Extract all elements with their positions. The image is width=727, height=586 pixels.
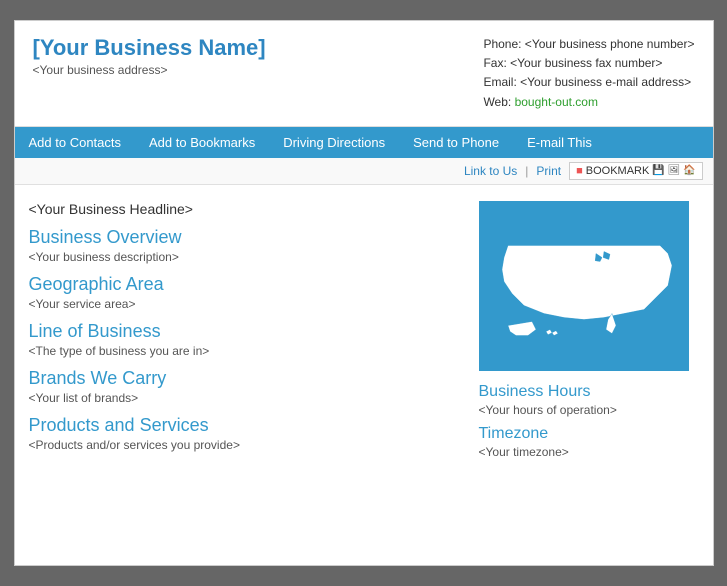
nav-send-to-phone[interactable]: Send to Phone bbox=[399, 127, 513, 158]
overview-heading: Business Overview bbox=[29, 227, 459, 248]
right-column: Business Hours <Your hours of operation>… bbox=[479, 201, 699, 549]
web-info: Web: bought-out.com bbox=[483, 93, 694, 112]
geo-text: <Your service area> bbox=[29, 297, 459, 311]
brands-text: <Your list of brands> bbox=[29, 391, 459, 405]
left-column: <Your Business Headline> Business Overvi… bbox=[29, 201, 479, 549]
bookmark-icons: 💾 🖼 🏠 bbox=[652, 165, 695, 176]
header-left: [Your Business Name] <Your business addr… bbox=[33, 35, 266, 77]
header: [Your Business Name] <Your business addr… bbox=[15, 21, 713, 127]
products-heading: Products and Services bbox=[29, 415, 459, 436]
lob-text: <The type of business you are in> bbox=[29, 344, 459, 358]
timezone-text: <Your timezone> bbox=[479, 445, 699, 459]
utility-separator: | bbox=[525, 164, 528, 178]
brands-heading: Brands We Carry bbox=[29, 368, 459, 389]
business-headline: <Your Business Headline> bbox=[29, 201, 459, 217]
nav-driving-directions[interactable]: Driving Directions bbox=[269, 127, 399, 158]
us-map bbox=[479, 201, 689, 371]
web-link[interactable]: bought-out.com bbox=[515, 95, 598, 109]
bookmark-label: BOOKMARK bbox=[586, 165, 650, 177]
nav-add-bookmarks[interactable]: Add to Bookmarks bbox=[135, 127, 269, 158]
lob-heading: Line of Business bbox=[29, 321, 459, 342]
fax-info: Fax: <Your business fax number> bbox=[483, 54, 694, 73]
hours-text: <Your hours of operation> bbox=[479, 403, 699, 417]
nav-add-contacts[interactable]: Add to Contacts bbox=[15, 127, 136, 158]
link-to-us[interactable]: Link to Us bbox=[464, 164, 517, 178]
products-text: <Products and/or services you provide> bbox=[29, 438, 459, 452]
bookmark-icon: ■ bbox=[576, 165, 583, 177]
bookmark-button[interactable]: ■ BOOKMARK 💾 🖼 🏠 bbox=[569, 162, 702, 180]
page-container: [Your Business Name] <Your business addr… bbox=[14, 20, 714, 566]
business-address: <Your business address> bbox=[33, 63, 266, 77]
phone-info: Phone: <Your business phone number> bbox=[483, 35, 694, 54]
overview-text: <Your business description> bbox=[29, 250, 459, 264]
hours-heading: Business Hours bbox=[479, 383, 699, 401]
timezone-heading: Timezone bbox=[479, 425, 699, 443]
email-info: Email: <Your business e-mail address> bbox=[483, 73, 694, 92]
header-right: Phone: <Your business phone number> Fax:… bbox=[483, 35, 694, 112]
geo-heading: Geographic Area bbox=[29, 274, 459, 295]
utility-bar: Link to Us | Print ■ BOOKMARK 💾 🖼 🏠 bbox=[15, 158, 713, 185]
print-link[interactable]: Print bbox=[536, 164, 561, 178]
business-name: [Your Business Name] bbox=[33, 35, 266, 61]
navbar: Add to Contacts Add to Bookmarks Driving… bbox=[15, 127, 713, 158]
main-content: <Your Business Headline> Business Overvi… bbox=[15, 185, 713, 565]
web-label: Web: bbox=[483, 95, 511, 109]
us-map-svg bbox=[484, 208, 684, 363]
nav-email-this[interactable]: E-mail This bbox=[513, 127, 606, 158]
